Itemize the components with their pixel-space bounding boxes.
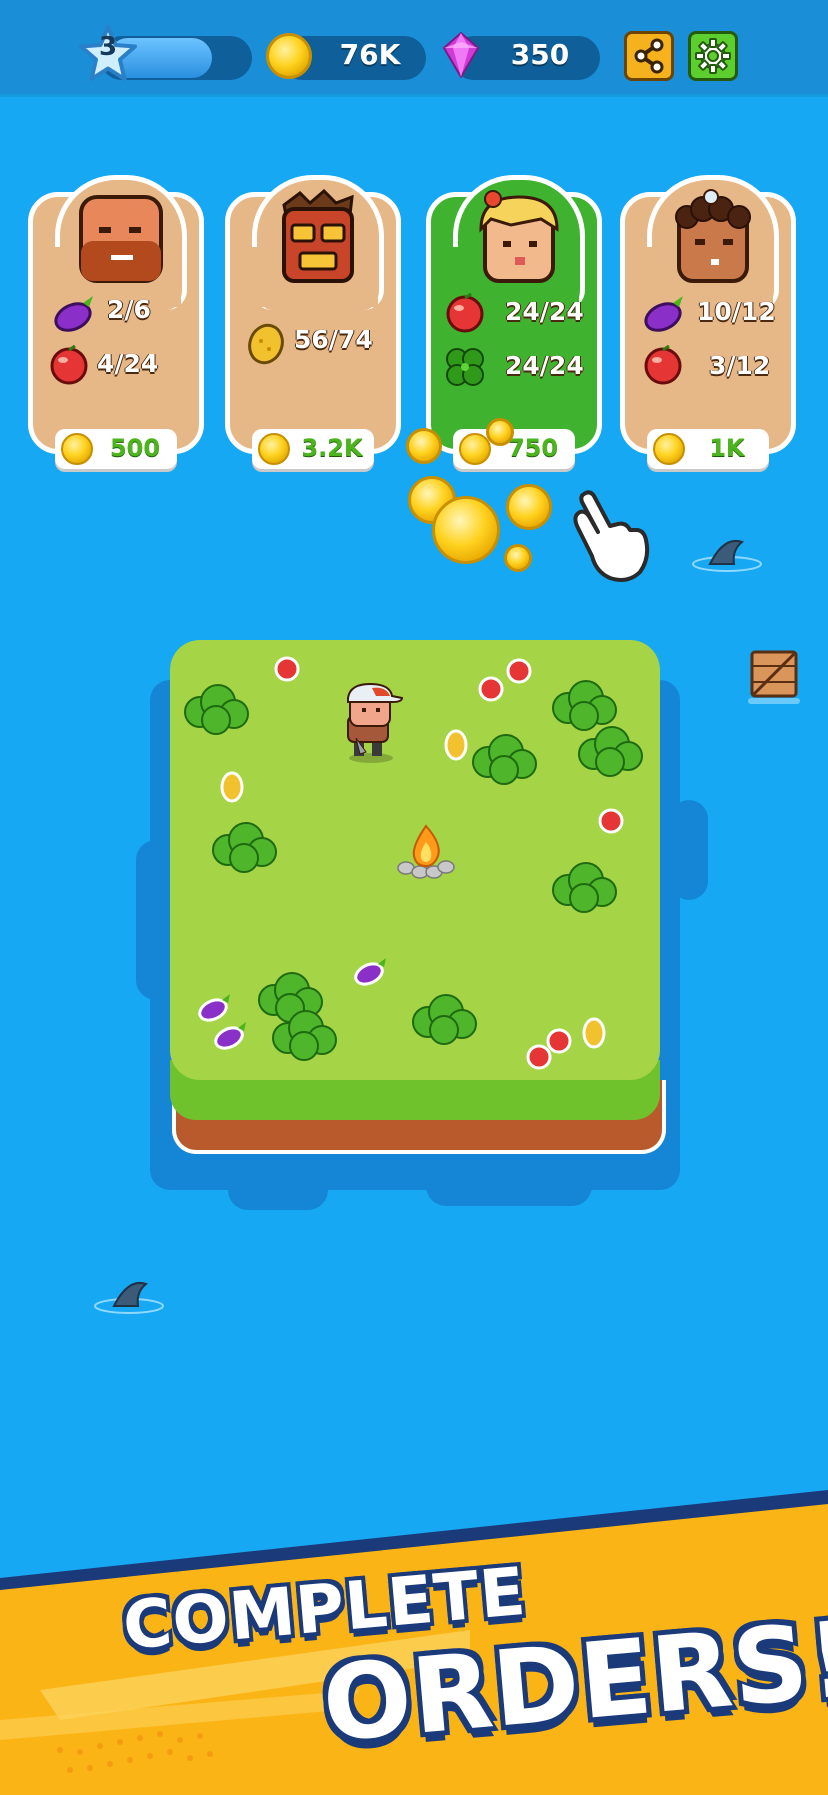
order-2-reward-amount: 3.2K	[301, 434, 363, 462]
island-shadow	[426, 1160, 592, 1206]
bush[interactable]	[270, 1006, 340, 1062]
settings-button[interactable]	[688, 31, 738, 81]
mango-icon[interactable]	[218, 770, 246, 804]
flying-coin	[506, 484, 552, 530]
order-2-item-1-progress: 56/74	[294, 325, 373, 354]
blonde-girl-avatar	[479, 190, 559, 283]
order-3-item-2-progress: 24/24	[505, 351, 584, 380]
bald-bearded-man-avatar	[79, 195, 163, 283]
bush[interactable]	[550, 858, 620, 914]
apple-icon[interactable]	[504, 656, 534, 684]
order-card-4[interactable]: 10/12 3/12 1K	[620, 175, 796, 469]
bush[interactable]	[576, 722, 646, 778]
bush[interactable]	[470, 730, 540, 786]
player-character[interactable]	[336, 682, 406, 764]
order-card-3[interactable]: 24/24 24/24 750	[426, 175, 602, 469]
apple-icon[interactable]	[476, 674, 506, 702]
floating-crate[interactable]	[744, 648, 804, 708]
gem-amount: 350	[510, 38, 570, 71]
coin-icon	[258, 433, 290, 465]
curly-hair-chef-avatar	[675, 189, 751, 283]
coin-icon	[61, 433, 93, 465]
eggplant-icon[interactable]	[212, 1020, 250, 1050]
mango-icon	[248, 323, 284, 365]
tiki-mask-avatar	[282, 189, 354, 283]
eggplant-icon	[54, 296, 93, 332]
flying-coin	[486, 418, 514, 446]
apple-icon[interactable]	[596, 806, 626, 834]
eggplant-icon[interactable]	[352, 956, 390, 986]
order-4-item-1-progress: 10/12	[697, 297, 776, 326]
bush[interactable]	[210, 818, 280, 874]
flying-coin	[432, 496, 500, 564]
shark-fin-icon	[692, 540, 762, 572]
order-4-item-2-progress: 3/12	[709, 351, 771, 380]
eggplant-icon	[644, 296, 683, 332]
tutorial-pointer-hand-icon	[573, 490, 650, 582]
share-button[interactable]	[624, 31, 674, 81]
bush[interactable]	[182, 680, 252, 736]
island-shadow	[670, 800, 708, 900]
order-2-reward: 3.2K	[252, 429, 374, 469]
share-icon	[634, 38, 664, 74]
bush[interactable]	[410, 990, 480, 1046]
clover-icon	[446, 348, 484, 386]
campfire[interactable]	[396, 824, 456, 880]
coin-icon	[653, 433, 685, 465]
apple-icon[interactable]	[272, 654, 302, 682]
order-card-1[interactable]: 2/6 4/24 500	[28, 175, 204, 469]
gem-icon	[442, 32, 480, 78]
mango-icon[interactable]	[580, 1016, 608, 1050]
coin-amount: 76K	[339, 38, 401, 71]
coin-icon	[459, 433, 491, 465]
level-number: 3	[98, 32, 118, 62]
order-3-item-1-progress: 24/24	[505, 297, 584, 326]
shark-fin-icon	[94, 1282, 164, 1314]
apple-icon	[644, 345, 682, 385]
order-1-item-2-progress: 4/24	[97, 349, 159, 378]
order-1-reward-amount: 500	[109, 434, 161, 462]
gear-icon	[695, 38, 731, 74]
apple-icon	[446, 293, 484, 333]
order-3-reward: 750	[453, 429, 575, 469]
island-shadow	[228, 1160, 328, 1210]
order-card-2[interactable]: 56/74 3.2K	[225, 175, 401, 469]
eggplant-icon[interactable]	[196, 992, 234, 1022]
coin-icon	[266, 33, 312, 79]
order-1-item-1-progress: 2/6	[107, 295, 151, 324]
flying-coin	[504, 544, 532, 572]
flying-coin	[406, 428, 442, 464]
order-4-reward-amount: 1K	[709, 434, 745, 462]
order-1-reward: 500	[55, 429, 177, 469]
apple-icon	[50, 345, 88, 385]
apple-icon[interactable]	[544, 1026, 574, 1054]
mango-icon[interactable]	[442, 728, 470, 762]
order-4-reward: 1K	[647, 429, 769, 469]
